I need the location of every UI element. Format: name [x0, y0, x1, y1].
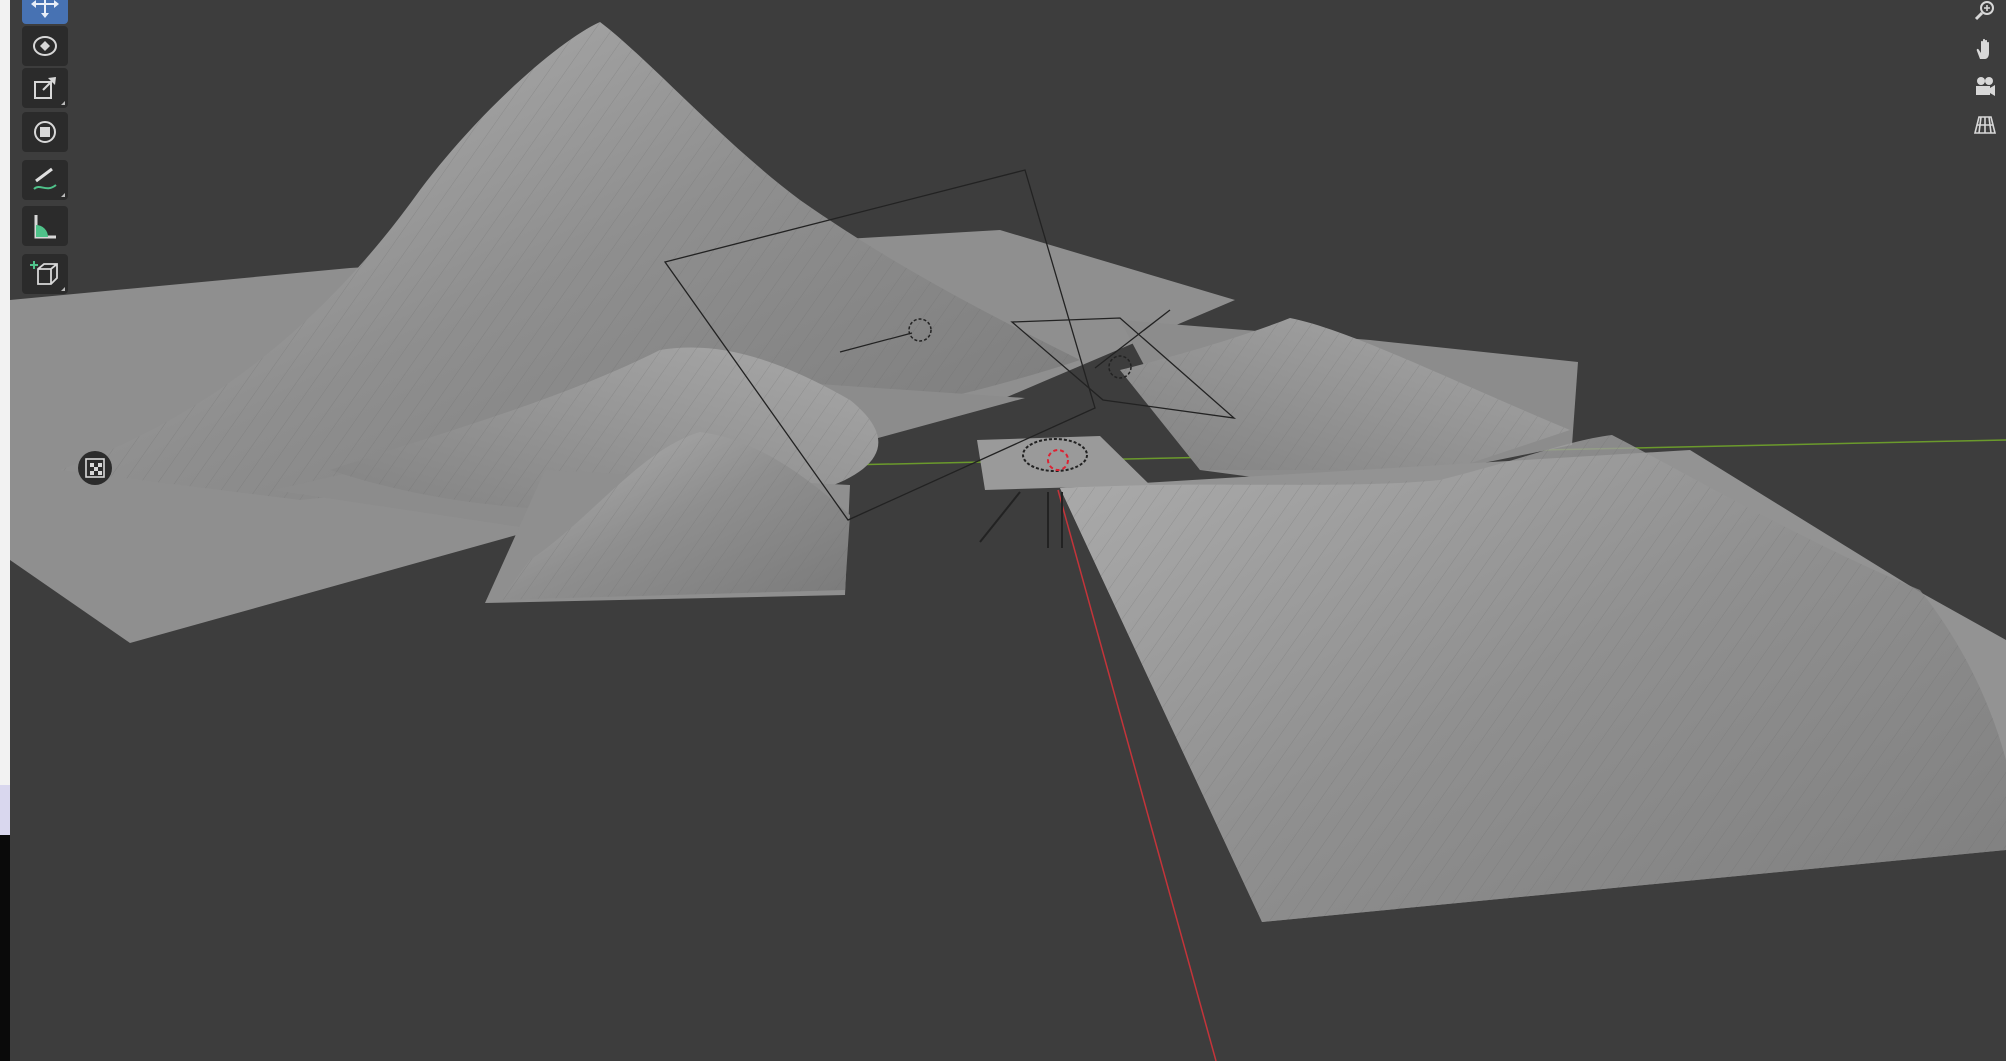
measure-icon — [34, 215, 56, 239]
left-edge-panel — [0, 0, 10, 1061]
move-icon — [31, 0, 59, 18]
rotate-icon — [33, 36, 57, 56]
zoom-in-icon — [1974, 1, 1994, 21]
grid-icon — [1973, 116, 1997, 134]
scale-icon — [34, 77, 56, 99]
mountain-right-front[interactable] — [1060, 435, 2006, 922]
add-cube-icon — [30, 261, 58, 285]
checker-icon — [85, 458, 105, 478]
camera-view-button[interactable] — [1968, 70, 2002, 104]
transform-tool-button[interactable] — [22, 112, 68, 152]
measure-tool-button[interactable] — [22, 206, 68, 246]
rotate-tool-button[interactable] — [22, 26, 68, 66]
scale-tool-button[interactable] — [22, 68, 68, 108]
pan-button[interactable] — [1968, 32, 2002, 66]
annotate-tool-button[interactable] — [22, 160, 68, 200]
3d-viewport[interactable] — [0, 0, 2006, 1061]
annotate-icon — [33, 167, 57, 190]
hand-icon — [1976, 38, 1989, 59]
checker-toggle-button[interactable] — [78, 451, 112, 485]
perspective-toggle-button[interactable] — [1968, 108, 2002, 142]
camera-icon — [1976, 77, 1995, 96]
move-tool-button[interactable] — [22, 0, 68, 24]
add-cube-tool-button[interactable] — [22, 254, 68, 294]
transform-icon — [34, 121, 56, 143]
